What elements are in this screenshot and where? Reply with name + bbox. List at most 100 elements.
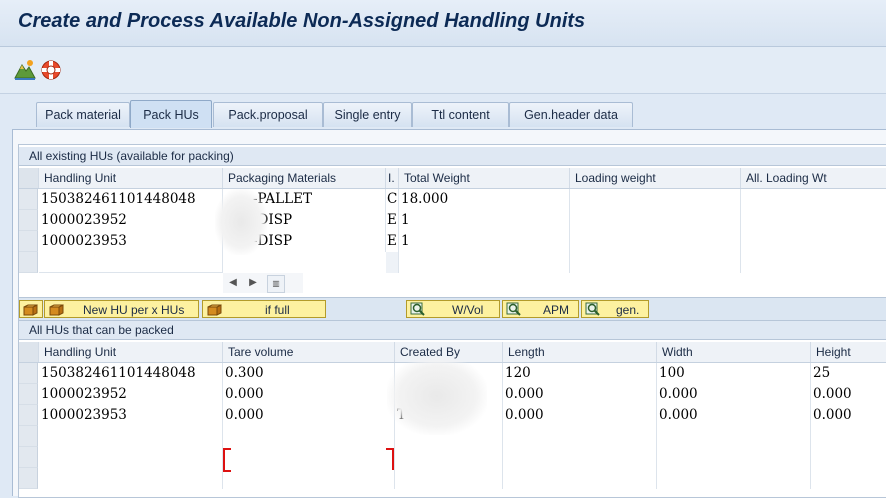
cell-length[interactable]: 0.000	[503, 405, 657, 426]
cell-length[interactable]	[503, 447, 657, 468]
cell-tare-volume[interactable]: 0.000	[223, 405, 395, 426]
row-selector[interactable]	[19, 252, 38, 273]
cell-total-weight[interactable]: 1	[399, 210, 570, 231]
cell-total-weight[interactable]	[399, 252, 570, 273]
cell-handling-unit[interactable]: 1000023953	[39, 231, 223, 252]
cell-handling-unit[interactable]	[39, 252, 223, 273]
cell-handling-unit[interactable]: 1000023953	[39, 405, 223, 426]
cell-loading-weight[interactable]	[570, 210, 741, 231]
scroll-left-icon[interactable]: ◀	[225, 275, 241, 291]
cell-height[interactable]: 0.000	[811, 384, 886, 405]
cell-width[interactable]: 0.000	[657, 405, 811, 426]
col-all-loading-wt[interactable]: All. Loading Wt	[741, 168, 886, 188]
w-vol-button[interactable]: W/Vol	[406, 300, 500, 318]
table-row[interactable]: 1000023953 -DISP E 1	[19, 231, 886, 252]
col-packaging-materials[interactable]: Packaging Materials	[223, 168, 386, 188]
pack-icon-button[interactable]	[19, 300, 43, 318]
row-selector[interactable]	[19, 426, 38, 447]
cell-total-weight[interactable]: 1	[399, 231, 570, 252]
cell-handling-unit[interactable]: 150382461101448048	[39, 363, 223, 384]
cell-width[interactable]	[657, 426, 811, 447]
cell-height[interactable]	[811, 426, 886, 447]
cell-handling-unit[interactable]	[39, 426, 223, 447]
cell-created-by[interactable]	[395, 468, 503, 489]
apm-button[interactable]: APM	[502, 300, 579, 318]
scroll-right-icon[interactable]: ▶	[245, 275, 261, 291]
cell-loading-weight[interactable]	[570, 231, 741, 252]
col-indicator[interactable]: I.	[386, 168, 399, 188]
cell-tare-volume[interactable]: 0.000	[223, 384, 395, 405]
cell-width[interactable]	[657, 468, 811, 489]
cell-length[interactable]	[503, 426, 657, 447]
cell-tare-volume[interactable]	[223, 468, 395, 489]
mountain-chart-icon[interactable]	[14, 59, 36, 81]
table-row[interactable]: 1000023952 -DISP E 1	[19, 210, 886, 231]
cell-all-loading-wt[interactable]	[741, 252, 886, 273]
cell-height[interactable]: 25	[811, 363, 886, 384]
cell-loading-weight[interactable]	[570, 252, 741, 273]
cell-all-loading-wt[interactable]	[741, 189, 886, 210]
cell-width[interactable]	[657, 447, 811, 468]
row-selector[interactable]	[19, 363, 38, 384]
tab-pack-material[interactable]: Pack material	[36, 102, 130, 127]
cell-loading-weight[interactable]	[570, 189, 741, 210]
cell-indicator[interactable]	[386, 252, 399, 273]
table-row[interactable]	[19, 468, 886, 489]
cell-all-loading-wt[interactable]	[741, 231, 886, 252]
cell-handling-unit[interactable]	[39, 468, 223, 489]
col-handling-unit[interactable]: Handling Unit	[39, 342, 223, 362]
tab-ttl-content[interactable]: Ttl content	[412, 102, 509, 127]
tab-gen-header-data[interactable]: Gen.header data	[509, 102, 633, 127]
select-all-cell[interactable]	[19, 168, 39, 188]
table-row[interactable]	[19, 252, 886, 273]
cell-handling-unit[interactable]: 1000023952	[39, 210, 223, 231]
cell-height[interactable]	[811, 468, 886, 489]
col-width[interactable]: Width	[657, 342, 811, 362]
cell-created-by[interactable]	[395, 447, 503, 468]
table-row[interactable]: 150382461101448048 -PALLET C 18.000	[19, 189, 886, 210]
cell-all-loading-wt[interactable]	[741, 210, 886, 231]
col-handling-unit[interactable]: Handling Unit	[39, 168, 223, 188]
select-all-cell[interactable]	[19, 342, 39, 362]
cell-indicator[interactable]: C	[386, 189, 399, 210]
cell-tare-volume[interactable]: 0.300	[223, 363, 395, 384]
horizontal-scrollbar[interactable]: ◀ ▶ ▥	[223, 273, 303, 293]
gen-button[interactable]: gen.	[581, 300, 649, 318]
cell-packaging-material[interactable]	[223, 252, 386, 273]
cell-length[interactable]: 120	[503, 363, 657, 384]
cell-tare-volume[interactable]	[223, 447, 395, 468]
row-selector[interactable]	[19, 189, 38, 210]
row-selector[interactable]	[19, 384, 38, 405]
cell-length[interactable]	[503, 468, 657, 489]
new-hu-per-x-hus-button[interactable]: New HU per x HUs	[44, 300, 199, 318]
cell-handling-unit[interactable]	[39, 447, 223, 468]
tab-pack-hus[interactable]: Pack HUs	[130, 100, 212, 128]
cell-width[interactable]: 0.000	[657, 384, 811, 405]
cell-height[interactable]	[811, 447, 886, 468]
scroll-thumb-icon[interactable]: ▥	[267, 275, 285, 293]
table-row[interactable]	[19, 447, 886, 468]
cell-handling-unit[interactable]: 1000023952	[39, 384, 223, 405]
cell-handling-unit[interactable]: 150382461101448048	[39, 189, 223, 210]
cell-tare-volume[interactable]	[223, 426, 395, 447]
row-selector[interactable]	[19, 405, 38, 426]
cell-length[interactable]: 0.000	[503, 384, 657, 405]
tab-pack-proposal[interactable]: Pack.proposal	[213, 102, 323, 127]
col-height[interactable]: Height	[811, 342, 886, 362]
col-loading-weight[interactable]: Loading weight	[570, 168, 741, 188]
row-selector[interactable]	[19, 231, 38, 252]
col-tare-volume[interactable]: Tare volume	[223, 342, 395, 362]
col-total-weight[interactable]: Total Weight	[399, 168, 570, 188]
lifebuoy-icon[interactable]	[40, 59, 62, 81]
cell-width[interactable]: 100	[657, 363, 811, 384]
cell-indicator[interactable]: E	[386, 210, 399, 231]
col-length[interactable]: Length	[503, 342, 657, 362]
row-selector[interactable]	[19, 468, 38, 489]
if-full-button[interactable]: if full	[202, 300, 326, 318]
row-selector[interactable]	[19, 210, 38, 231]
row-selector[interactable]	[19, 447, 38, 468]
tab-single-entry[interactable]: Single entry	[323, 102, 412, 127]
cell-total-weight[interactable]: 18.000	[399, 189, 570, 210]
cell-indicator[interactable]: E	[386, 231, 399, 252]
cell-height[interactable]: 0.000	[811, 405, 886, 426]
